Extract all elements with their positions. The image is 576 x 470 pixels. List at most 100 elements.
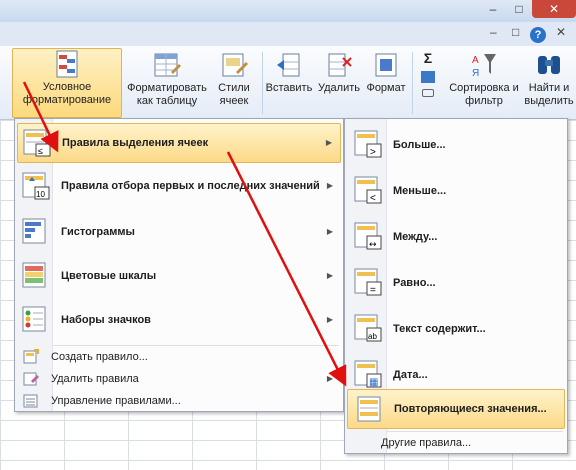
binoculars-icon <box>535 50 563 80</box>
submenu-item-label: Повторяющиеся значения... <box>394 403 547 415</box>
conditional-formatting-icon <box>53 49 81 79</box>
svg-text:ab: ab <box>368 332 377 341</box>
submenu-arrow-icon: ▶ <box>326 271 333 280</box>
sort-filter-button[interactable]: AЯ Сортировка и фильтр <box>446 50 522 108</box>
maximize-button[interactable]: □ <box>506 0 532 18</box>
cell-styles-label: Стили ячеек <box>218 82 250 107</box>
menu-item-color-scales[interactable]: Цветовые шкалы ▶ <box>17 257 341 297</box>
menu-item-label: Управление правилами... <box>51 395 181 407</box>
menu-item-data-bars[interactable]: Гистограммы ▶ <box>17 213 341 253</box>
clear-icon <box>422 89 434 97</box>
svg-text:A: A <box>472 55 479 66</box>
format-as-table-label: Форматировать как таблицу <box>127 82 207 107</box>
submenu-arrow-icon: ▶ <box>326 227 333 236</box>
title-bar: – □ ✕ <box>0 0 576 22</box>
ribbon: Условное форматирование Форматировать ка… <box>0 46 576 120</box>
workbook-bar: – □ ✕ <box>0 22 576 46</box>
data-bars-icon <box>21 217 51 247</box>
submenu-arrow-icon: ▶ <box>326 374 333 383</box>
submenu-arrow-icon: ▶ <box>326 181 333 190</box>
new-rule-icon <box>23 349 39 365</box>
svg-text:↔: ↔ <box>369 240 377 250</box>
menu-item-label: Гистограммы <box>61 226 135 238</box>
menu-item-clear-rules[interactable]: Удалить правила ▶ <box>17 369 341 389</box>
autosum-button[interactable]: Σ <box>416 50 440 97</box>
delete-label: Удалить <box>318 82 360 94</box>
help-icon[interactable]: ? <box>530 27 546 43</box>
cell-styles-icon <box>220 50 248 80</box>
submenu-arrow-icon: ▶ <box>326 315 333 324</box>
insert-label: Вставить <box>265 82 313 94</box>
submenu-item-label: Между... <box>393 231 438 243</box>
cell-styles-button[interactable]: Стили ячеек <box>212 50 256 108</box>
menu-item-label: Наборы значков <box>61 314 151 326</box>
menu-item-label: Правила выделения ячеек <box>62 137 209 149</box>
equal-to-icon: = <box>353 267 383 297</box>
conditional-formatting-label: Условное форматирование <box>22 81 112 106</box>
close-button[interactable]: ✕ <box>532 0 576 18</box>
submenu-item-label: Равно... <box>393 277 436 289</box>
manage-rules-icon <box>23 393 39 409</box>
svg-text:▦: ▦ <box>369 377 378 388</box>
menu-item-new-rule[interactable]: Создать правило... <box>17 347 341 367</box>
top-bottom-icon: 10 <box>21 171 51 201</box>
delete-button[interactable]: Удалить <box>316 50 362 95</box>
sort-filter-icon: AЯ <box>470 50 498 80</box>
submenu-item-more-rules[interactable]: Другие правила... <box>347 433 565 453</box>
svg-text:≤: ≤ <box>38 146 43 156</box>
text-contains-icon: ab <box>353 313 383 343</box>
conditional-formatting-button[interactable]: Условное форматирование <box>12 48 122 118</box>
ribbon-separator <box>412 52 413 114</box>
submenu-item-between[interactable]: ↔ Между... <box>347 215 565 259</box>
svg-text:<: < <box>370 193 376 204</box>
menu-item-highlight-rules[interactable]: ≤ Правила выделения ячеек ▶ <box>17 123 341 163</box>
find-select-label: Найти и выделить <box>524 82 574 107</box>
insert-button[interactable]: Вставить <box>264 50 314 95</box>
submenu-item-label: Больше... <box>393 139 446 151</box>
format-icon <box>372 50 400 80</box>
highlight-rules-submenu: > Больше... < Меньше... ↔ Между... = Рав… <box>344 118 568 454</box>
sort-filter-label: Сортировка и фильтр <box>449 82 519 107</box>
menu-item-top-bottom-rules[interactable]: 10 Правила отбора первых и последних зна… <box>17 167 341 207</box>
color-scales-icon <box>21 261 51 291</box>
workbook-minimize-button[interactable]: – <box>490 25 497 39</box>
menu-separator <box>53 345 339 346</box>
svg-text:=: = <box>370 285 376 296</box>
window-controls: – □ ✕ <box>480 0 576 20</box>
submenu-item-duplicate-values[interactable]: Повторяющиеся значения... <box>347 389 565 429</box>
svg-text:>: > <box>370 147 376 158</box>
menu-item-label: Удалить правила <box>51 373 139 385</box>
submenu-item-greater-than[interactable]: > Больше... <box>347 123 565 167</box>
insert-icon <box>275 50 303 80</box>
submenu-item-label: Текст содержит... <box>393 323 486 335</box>
submenu-item-less-than[interactable]: < Меньше... <box>347 169 565 213</box>
svg-text:Я: Я <box>472 68 479 79</box>
menu-item-manage-rules[interactable]: Управление правилами... <box>17 391 341 411</box>
duplicate-values-icon <box>354 395 384 425</box>
less-than-icon: < <box>353 175 383 205</box>
submenu-item-label: Дата... <box>393 369 428 381</box>
menu-separator <box>387 431 563 432</box>
greater-than-icon: > <box>353 129 383 159</box>
format-as-table-button[interactable]: Форматировать как таблицу <box>124 50 210 108</box>
conditional-formatting-menu: ≤ Правила выделения ячеек ▶ 10 Правила о… <box>14 118 344 412</box>
find-select-button[interactable]: Найти и выделить <box>522 50 576 108</box>
submenu-item-equal-to[interactable]: = Равно... <box>347 261 565 305</box>
submenu-item-text-contains[interactable]: ab Текст содержит... <box>347 307 565 351</box>
workbook-restore-button[interactable]: □ <box>512 25 519 39</box>
menu-item-label: Цветовые шкалы <box>61 270 157 282</box>
clear-rules-icon <box>23 371 39 387</box>
workbook-close-button[interactable]: ✕ <box>556 25 566 39</box>
format-label: Формат <box>366 82 406 94</box>
menu-item-icon-sets[interactable]: Наборы значков ▶ <box>17 301 341 341</box>
sigma-icon: Σ <box>423 50 433 66</box>
submenu-item-label: Другие правила... <box>381 437 472 449</box>
icon-sets-icon <box>21 305 51 335</box>
minimize-button[interactable]: – <box>480 0 506 18</box>
submenu-item-label: Меньше... <box>393 185 447 197</box>
format-button[interactable]: Формат <box>364 50 408 95</box>
submenu-arrow-icon: ▶ <box>325 138 332 147</box>
menu-item-label: Правила отбора первых и последних значен… <box>61 180 320 192</box>
highlight-rules-icon: ≤ <box>22 128 52 158</box>
svg-text:10: 10 <box>36 190 45 199</box>
